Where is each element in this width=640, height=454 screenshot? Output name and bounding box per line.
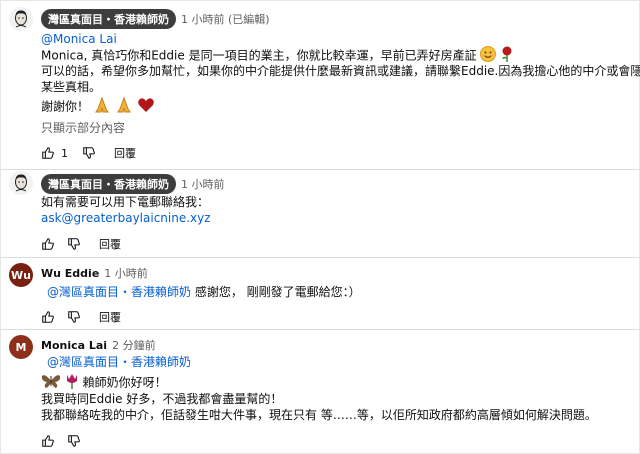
avatar[interactable]: Wu <box>9 263 33 287</box>
reply-button[interactable]: 回覆 <box>99 309 121 325</box>
heart-emoji-icon <box>137 97 155 117</box>
avatar[interactable]: M <box>9 335 33 359</box>
comment-actions: 回覆 <box>41 236 121 252</box>
author-chip[interactable]: 灣區真面目・香港賴師奶 <box>41 174 176 194</box>
comment-line: @Monica Lai <box>41 31 117 47</box>
comment-line: 賴師奶你好呀！ <box>41 373 167 393</box>
comment-header: 灣區真面目・香港賴師奶 1 小時前 <box>41 174 225 194</box>
mention-link[interactable]: @灣區真面目・香港賴師奶 <box>47 355 191 369</box>
email-link[interactable]: ask@greaterbaylaicnine.xyz <box>41 211 211 225</box>
divider <box>1 169 640 170</box>
butterfly-emoji-icon <box>41 373 61 393</box>
comment-line: 可以的話，希望你多加幫忙，如果你的中介能提供什麼最新資訊或建議，請聯繫Eddie… <box>41 63 640 79</box>
timestamp[interactable]: 2 分鐘前 <box>112 337 156 353</box>
comment-line: 謝謝你！ <box>41 96 155 118</box>
comment-line: 如有需要可以用下電郵聯絡我： <box>41 194 209 210</box>
author-name[interactable]: Monica Lai <box>41 339 107 352</box>
timestamp[interactable]: 1 小時前 (已編輯) <box>181 11 270 27</box>
comment-text: 如有需要可以用下電郵聯絡我： <box>41 195 210 209</box>
comment-text: 某些真相。 <box>41 80 102 94</box>
comment-text: 賴師奶你好呀！ <box>82 375 167 390</box>
mention-link[interactable]: @灣區真面目・香港賴師奶 <box>47 285 191 299</box>
comment-header: Monica Lai 2 分鐘前 <box>41 337 156 353</box>
dislike-icon[interactable] <box>67 237 81 251</box>
comment-text: 可以的話，希望你多加幫忙，如果你的中介能提供什麼最新資訊或建議，請聯繫Eddie… <box>41 64 640 78</box>
dislike-icon[interactable] <box>82 146 96 160</box>
comment-actions: 1 回覆 <box>41 145 136 161</box>
comment-line: @灣區真面目・香港賴師奶 <box>47 354 191 370</box>
dislike-icon[interactable] <box>67 434 81 448</box>
folded-hands-emoji-icon <box>115 96 133 118</box>
like-count: 1 <box>61 146 68 160</box>
author-name[interactable]: Wu Eddie <box>41 267 99 280</box>
like-icon[interactable] <box>41 146 55 160</box>
comment-line: 我買時同Eddie 好多，不過我都會盡量幫的！ <box>41 391 282 407</box>
comment-actions: 回覆 <box>41 309 121 325</box>
comment-header: Wu Eddie 1 小時前 <box>41 265 148 281</box>
comment-line: 我都聯絡咗我的中介，佢話發生咁大件事，現在只有 等……等，以佢所知政府都約高層傾… <box>41 407 597 423</box>
divider <box>1 329 640 330</box>
avatar-letter: Wu <box>11 268 31 282</box>
folded-hands-emoji-icon <box>93 96 111 118</box>
comment-line: 某些真相。 <box>41 79 101 95</box>
timestamp[interactable]: 1 小時前 <box>104 265 148 281</box>
reply-button[interactable]: 回覆 <box>114 145 136 161</box>
comment-header: 灣區真面目・香港賴師奶 1 小時前 (已編輯) <box>41 9 270 29</box>
like-icon[interactable] <box>41 237 55 251</box>
like-icon[interactable] <box>41 434 55 448</box>
mention-link[interactable]: @Monica Lai <box>41 32 117 46</box>
divider <box>1 257 640 258</box>
comment-line: @灣區真面目・香港賴師奶 感謝您， 剛剛發了電郵給您：） <box>47 284 361 300</box>
dislike-icon[interactable] <box>67 310 81 324</box>
comment-text: 我買時同Eddie 好多，不過我都會盡量幫的！ <box>41 392 283 406</box>
comment-text: Monica, 真恰巧你和Eddie 是同一項目的業主，你就比較幸運，早前已弄好… <box>41 48 477 63</box>
comment-actions <box>41 434 81 448</box>
comments-panel: 灣區真面目・香港賴師奶 1 小時前 (已編輯) @Monica Lai Moni… <box>0 0 640 454</box>
author-chip[interactable]: 灣區真面目・香港賴師奶 <box>41 9 176 29</box>
comment-text: 我都聯絡咗我的中介，佢話發生咁大件事，現在只有 等……等，以佢所知政府都約高層傾… <box>41 408 597 422</box>
comment-text: 謝謝你！ <box>41 99 90 114</box>
reply-button[interactable]: 回覆 <box>99 236 121 252</box>
like-icon[interactable] <box>41 310 55 324</box>
avatar[interactable] <box>9 7 33 31</box>
comment-text: 感謝您， 剛剛發了電郵給您：） <box>191 285 361 299</box>
read-more-link[interactable]: 只顯示部分內容 <box>41 120 125 136</box>
timestamp[interactable]: 1 小時前 <box>181 176 225 192</box>
avatar-letter: M <box>15 340 27 354</box>
comment-line: ask@greaterbaylaicnine.xyz <box>41 210 211 226</box>
avatar[interactable] <box>9 171 33 195</box>
rose-emoji-icon <box>65 373 79 393</box>
